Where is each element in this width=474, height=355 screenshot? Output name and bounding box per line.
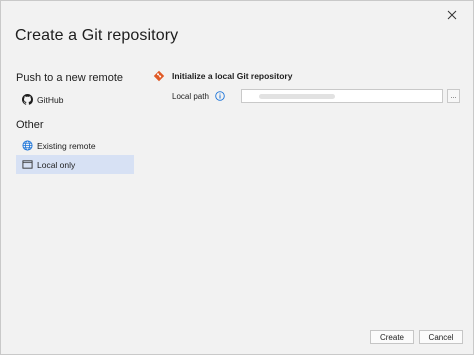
close-icon (447, 7, 457, 25)
push-section-label: Push to a new remote (16, 72, 124, 84)
create-button[interactable]: Create (370, 330, 414, 344)
close-button[interactable] (443, 7, 461, 25)
git-icon (153, 70, 165, 82)
github-icon (21, 94, 33, 106)
sidebar-item-label: GitHub (37, 94, 64, 105)
globe-icon (21, 140, 33, 152)
info-icon[interactable] (215, 91, 225, 101)
sidebar-item-label: Local only (37, 159, 76, 170)
cancel-button[interactable]: Cancel (419, 330, 463, 344)
other-section-label: Other (16, 119, 44, 131)
sidebar-item-local-only[interactable]: Local only (16, 155, 134, 174)
heading-text: Initialize a local Git repository (172, 71, 293, 81)
create-git-repository-dialog: Create a Git repository Push to a new re… (0, 0, 474, 355)
dialog-title: Create a Git repository (15, 27, 179, 44)
sidebar-item-github[interactable]: GitHub (16, 90, 134, 109)
browse-button[interactable]: ... (447, 89, 460, 103)
local-path-label: Local path (172, 91, 225, 101)
redacted-path-text (259, 94, 335, 99)
sidebar-item-existing-remote[interactable]: Existing remote (16, 136, 134, 155)
sidebar-item-label: Existing remote (37, 140, 96, 151)
local-path-label-text: Local path (172, 91, 209, 101)
folder-icon (21, 159, 33, 171)
section-heading: Initialize a local Git repository (153, 70, 292, 82)
